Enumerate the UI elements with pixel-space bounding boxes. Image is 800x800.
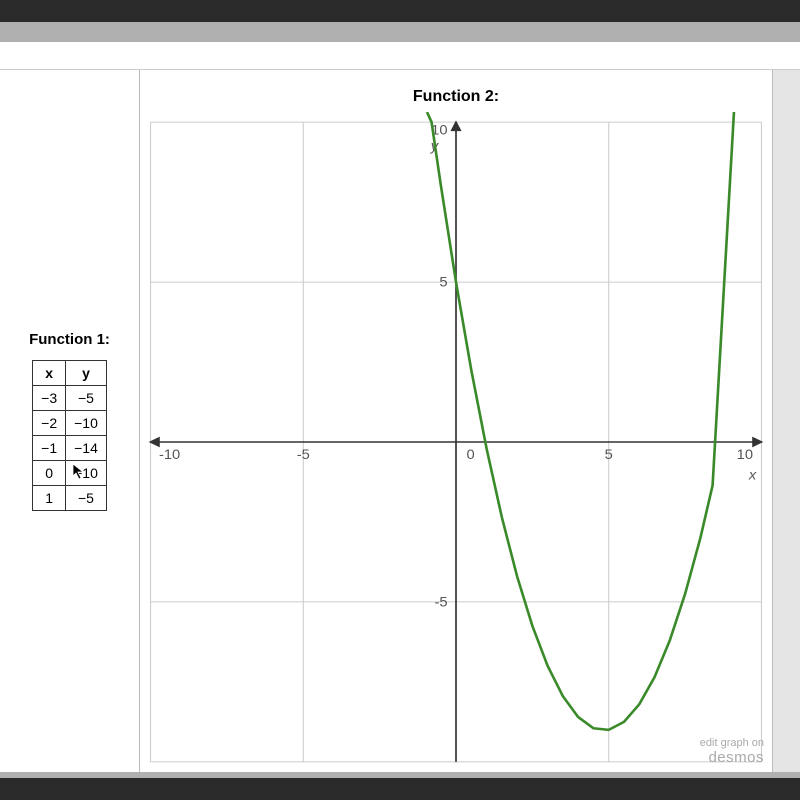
svg-text:5: 5 bbox=[439, 275, 447, 291]
svg-text:-5: -5 bbox=[297, 447, 310, 463]
table-header-row: x y bbox=[33, 361, 107, 386]
svg-text:-5: -5 bbox=[434, 595, 447, 611]
desmos-watermark[interactable]: edit graph on desmos bbox=[700, 737, 764, 766]
table-row: −3−5 bbox=[33, 386, 107, 411]
function1-table: x y −3−5 −2−10 −1−14 0 −10 1−5 bbox=[32, 360, 107, 511]
table-row: −2−10 bbox=[33, 411, 107, 436]
function2-title: Function 2: bbox=[413, 88, 499, 106]
svg-text:-10: -10 bbox=[159, 447, 180, 463]
table-row: −1−14 bbox=[33, 436, 107, 461]
svg-text:x: x bbox=[748, 468, 757, 484]
tick-labels: -10 -5 0 5 10 10 5 -5 y x bbox=[159, 123, 757, 611]
function2-chart[interactable]: -10 -5 0 5 10 10 5 -5 y x bbox=[140, 112, 772, 772]
svg-text:0: 0 bbox=[467, 447, 475, 463]
header-y: y bbox=[66, 361, 107, 386]
svg-text:5: 5 bbox=[605, 447, 613, 463]
svg-text:10: 10 bbox=[737, 447, 753, 463]
table-row: 1−5 bbox=[33, 486, 107, 511]
header-x: x bbox=[33, 361, 66, 386]
parabola-curve bbox=[427, 112, 734, 730]
function2-panel: Function 2: bbox=[140, 70, 772, 772]
right-margin bbox=[772, 70, 800, 772]
function1-panel: Function 1: x y −3−5 −2−10 −1−14 0 −10 bbox=[0, 70, 140, 772]
axes bbox=[151, 122, 762, 762]
window-topbar bbox=[0, 42, 800, 70]
table-row: 0 −10 bbox=[33, 461, 107, 486]
function1-title: Function 1: bbox=[29, 331, 110, 348]
